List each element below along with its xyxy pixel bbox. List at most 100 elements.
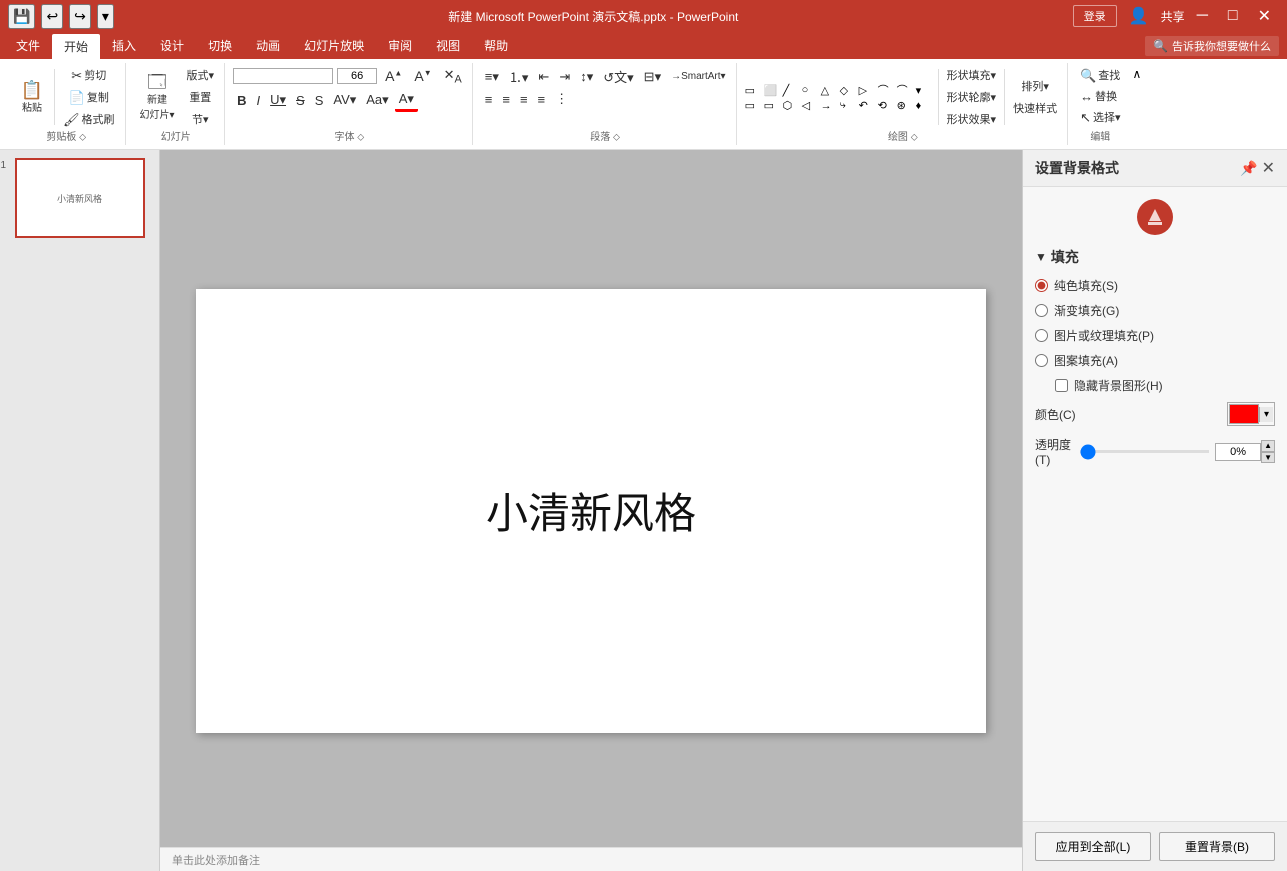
fill-icon-row <box>1035 199 1275 235</box>
layout-button[interactable]: 版式▾ <box>183 65 219 85</box>
font-color-button[interactable]: A▾ <box>395 89 418 112</box>
tab-insert[interactable]: 插入 <box>100 32 148 59</box>
cut-button[interactable]: ✂ 剪切 <box>59 65 119 85</box>
search-bar[interactable]: 🔍 告诉我你想要做什么 <box>1145 36 1279 56</box>
drawing-group: ▭ ⬜ ╱ ○ △ ◇ ▷ ⌒ ⌒ ▾ ▭ ▭ ⬡ ◁ → ⤷ ↶ <box>739 63 1069 145</box>
tab-file[interactable]: 文件 <box>4 32 52 59</box>
change-case-button[interactable]: Aa▾ <box>362 90 392 110</box>
decrease-indent-button[interactable]: ⇤ <box>534 67 553 87</box>
tab-transitions[interactable]: 切换 <box>196 32 244 59</box>
redo-button[interactable]: ↪ <box>69 4 91 29</box>
clear-format-button[interactable]: ✕A <box>440 65 466 88</box>
restore-button[interactable]: □ <box>1220 5 1246 27</box>
slide-thumbnail-1[interactable]: 1 小清新风格 <box>15 158 145 238</box>
transparency-slider[interactable] <box>1080 450 1209 453</box>
shape-outline-button[interactable]: 形状轮廓▾ <box>943 87 1001 107</box>
clipboard-secondary: ✂ 剪切 📄 复制 🖌 格式刷 <box>59 65 119 129</box>
shape-icon: ⬜ <box>764 84 782 97</box>
replace-button[interactable]: ↔ 替换 <box>1076 86 1121 106</box>
italic-button[interactable]: I <box>252 91 264 110</box>
text-direction-button[interactable]: ↺文▾ <box>599 65 637 88</box>
rp-header-right: 📌 ✕ <box>1240 158 1275 178</box>
smartart-button[interactable]: →SmartArt▾ <box>667 69 729 84</box>
transparency-label: 透明度(T) <box>1035 436 1074 467</box>
hide-background-checkbox[interactable] <box>1055 379 1068 392</box>
tab-review[interactable]: 审阅 <box>376 32 424 59</box>
login-button[interactable]: 登录 <box>1073 5 1117 27</box>
underline-button[interactable]: U▾ <box>266 90 290 110</box>
align-left-button[interactable]: ≡ <box>481 90 497 109</box>
align-center-button[interactable]: ≡ <box>498 90 514 109</box>
font-increase-button[interactable]: A▲ <box>381 66 406 86</box>
transparency-input[interactable] <box>1215 443 1261 461</box>
apply-all-button[interactable]: 应用到全部(L) <box>1035 832 1151 861</box>
format-painter-button[interactable]: 🖌 格式刷 <box>59 109 119 129</box>
fill-arrow-icon: ▼ <box>1035 250 1047 264</box>
tab-home[interactable]: 开始 <box>52 34 100 59</box>
slide-canvas[interactable]: 小清新风格 <box>196 289 986 733</box>
arrange-button[interactable]: 排列▾ <box>1009 76 1061 96</box>
shapes-more-button[interactable]: ▾ <box>916 84 934 97</box>
char-spacing-button[interactable]: AV▾ <box>329 90 360 110</box>
hide-background-label: 隐藏背景图形(H) <box>1074 377 1163 394</box>
notes-area[interactable]: 单击此处添加备注 <box>160 847 1022 871</box>
increase-indent-button[interactable]: ⇥ <box>555 67 574 87</box>
copy-button[interactable]: 📄 复制 <box>59 87 119 107</box>
solid-fill-radio[interactable] <box>1035 279 1048 292</box>
separator <box>1004 69 1005 125</box>
color-picker-control[interactable]: ▾ <box>1227 402 1275 426</box>
font-size-input[interactable] <box>337 68 377 84</box>
justify-button[interactable]: ≡ <box>534 90 550 109</box>
fill-icon <box>1137 199 1173 235</box>
undo-button[interactable]: ↩ <box>41 4 63 29</box>
paste-button[interactable]: 📋 粘贴 <box>14 78 50 117</box>
pattern-fill-radio[interactable] <box>1035 354 1048 367</box>
minimize-button[interactable]: ─ <box>1189 5 1216 27</box>
shadow-button[interactable]: S <box>311 91 328 110</box>
transparency-increase-button[interactable]: ▲ <box>1261 440 1275 452</box>
picture-fill-radio[interactable] <box>1035 329 1048 342</box>
quick-styles-button[interactable]: 快速样式 <box>1009 98 1061 118</box>
transparency-decrease-button[interactable]: ▼ <box>1261 452 1275 464</box>
paragraph-group: ≡▾ ⒈▾ ⇤ ⇥ ↕▾ ↺文▾ ⊟▾ →SmartArt▾ ≡ ≡ ≡ ≡ ⋮ <box>475 63 737 145</box>
numbered-list-button[interactable]: ⒈▾ <box>505 65 533 88</box>
right-panel-body: ▼ 填充 纯色填充(S) 渐变填充(G) 图片或纹理填充(P) 图案填充(A) <box>1023 187 1287 821</box>
bullet-list-button[interactable]: ≡▾ <box>481 67 503 87</box>
align-right-button[interactable]: ≡ <box>516 90 532 109</box>
align-text-button[interactable]: ⊟▾ <box>640 67 665 87</box>
reset-button[interactable]: 重置 <box>183 87 219 107</box>
pin-button[interactable]: 📌 <box>1240 158 1257 178</box>
select-button[interactable]: ↖ 选择▾ <box>1076 107 1124 127</box>
slide-panel: 1 小清新风格 <box>0 150 160 871</box>
paste-icon: 📋 <box>21 81 43 99</box>
right-panel-close-button[interactable]: ✕ <box>1262 158 1275 178</box>
customize-qa-button[interactable]: ▾ <box>97 4 114 29</box>
tab-design[interactable]: 设计 <box>148 32 196 59</box>
new-slide-button[interactable]: 🗔 新建幻灯片▾ <box>134 70 181 124</box>
font-name-input[interactable] <box>233 68 333 84</box>
save-button[interactable]: 💾 <box>8 4 35 29</box>
pattern-fill-label: 图案填充(A) <box>1054 352 1118 369</box>
distribute-button[interactable]: ⋮ <box>551 89 572 109</box>
share-icon-area[interactable]: 👤 <box>1121 4 1157 28</box>
bold-button[interactable]: B <box>233 91 250 110</box>
shape-icon: ○ <box>802 84 820 96</box>
strikethrough-button[interactable]: S <box>292 91 309 110</box>
tab-view[interactable]: 视图 <box>424 32 472 59</box>
reset-background-button[interactable]: 重置背景(B) <box>1159 832 1275 861</box>
editing-label: 编辑 <box>1070 128 1130 143</box>
section-button[interactable]: 节▾ <box>183 109 219 129</box>
find-button[interactable]: 🔍 查找 <box>1076 65 1124 85</box>
tab-slideshow[interactable]: 幻灯片放映 <box>292 32 376 59</box>
shape-effect-button[interactable]: 形状效果▾ <box>943 109 1001 129</box>
tab-animations[interactable]: 动画 <box>244 32 292 59</box>
ribbon-collapse-button[interactable]: ∧ <box>1133 67 1142 81</box>
close-button[interactable]: ✕ <box>1250 4 1279 28</box>
shape-fill-button[interactable]: 形状填充▾ <box>943 65 1001 85</box>
ribbon-content: 📋 粘贴 ✂ 剪切 📄 复制 🖌 格式刷 <box>0 59 1287 149</box>
color-dropdown-button[interactable]: ▾ <box>1259 407 1273 422</box>
font-decrease-button[interactable]: A▼ <box>410 66 435 86</box>
tab-help[interactable]: 帮助 <box>472 32 520 59</box>
gradient-fill-radio[interactable] <box>1035 304 1048 317</box>
line-spacing-button[interactable]: ↕▾ <box>576 67 597 87</box>
